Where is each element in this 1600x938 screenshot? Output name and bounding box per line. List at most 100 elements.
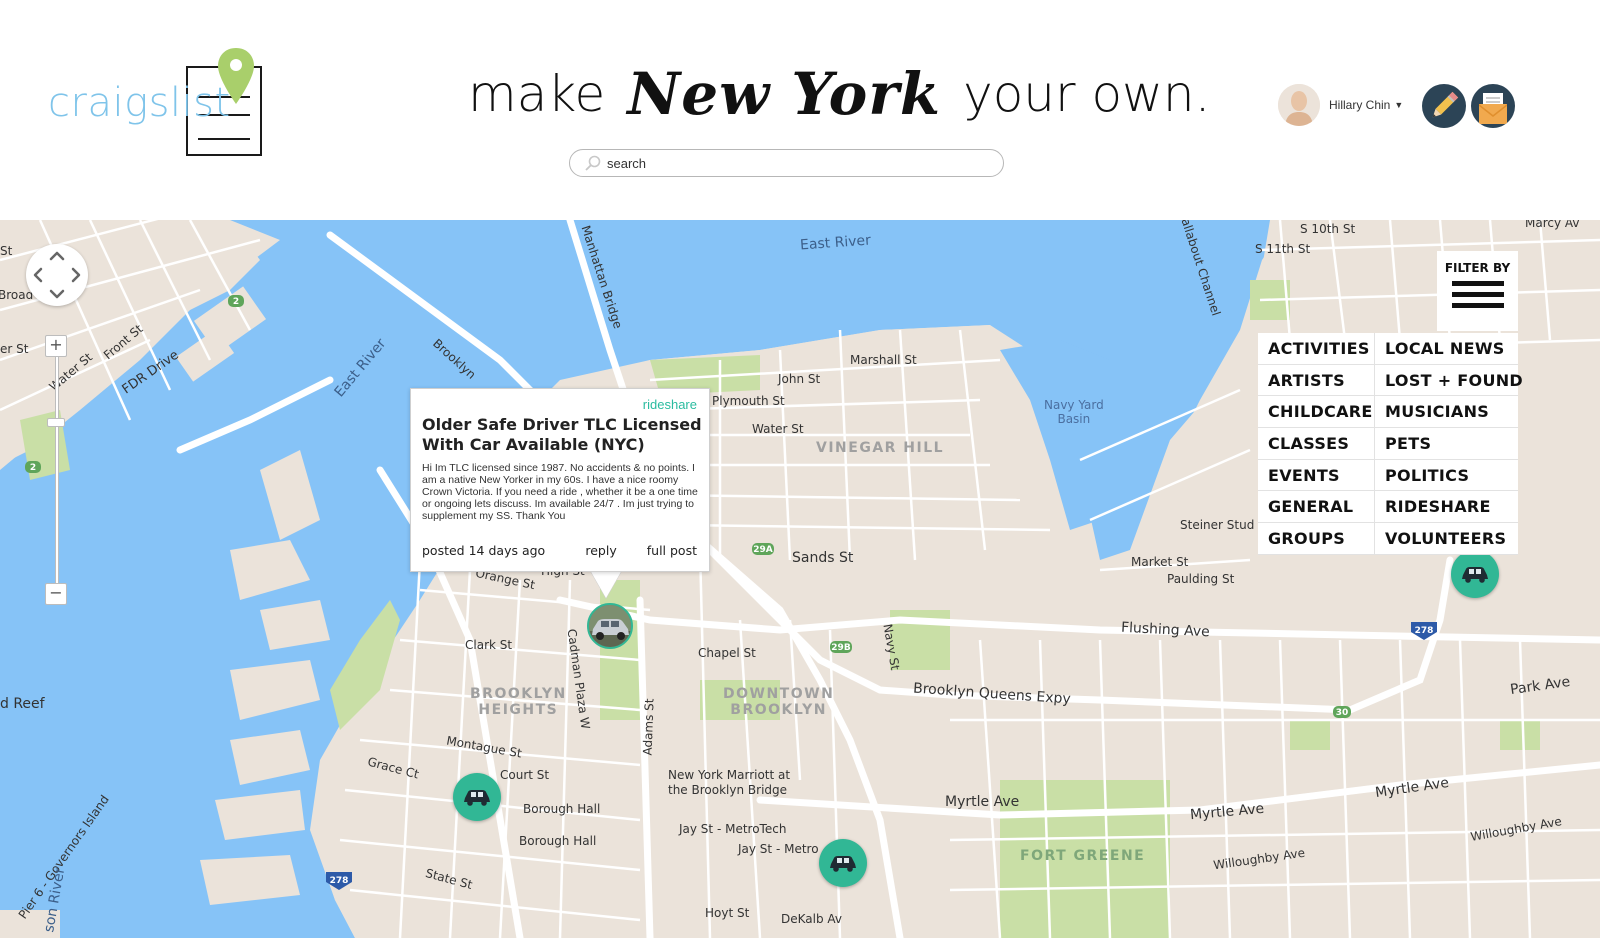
svg-text:278: 278 [330,876,349,886]
filter-item-childcare[interactable]: CHILDCARE [1258,396,1375,429]
map-label-red-reef: d Reef [0,696,45,712]
listing-category[interactable]: rideshare [643,397,697,412]
svg-text:30: 30 [1336,708,1349,718]
filter-label: FILTER BY [1444,261,1511,275]
map-label-plymouth-st: Plymouth St [712,394,785,408]
tagline-prefix: make [468,65,606,123]
zoom-in-button[interactable]: + [45,335,67,357]
svg-text:29A: 29A [753,545,773,555]
map-label-borough-hall-1: Borough Hall [523,802,601,816]
map-label-clark-st: Clark St [465,638,513,652]
listing-body: Hi Im TLC licensed since 1987. No accide… [422,462,698,522]
map-label-adams-st: Adams St [640,698,657,756]
user-avatar-icon [1278,84,1320,126]
map-label-er-st: er St [0,342,29,356]
avatar[interactable] [1278,84,1320,126]
map-label-steiner: Steiner Stud [1180,518,1255,532]
listing-title[interactable]: Older Safe Driver TLC Licensed With Car … [422,415,702,455]
filter-item-rideshare[interactable]: RIDESHARE [1375,491,1518,524]
search-icon [585,155,601,171]
map-label-water-st-2: Water St [752,422,804,436]
zoom-slider-handle[interactable] [47,418,65,427]
map-label-s-11th-st: S 11th St [1255,242,1311,256]
map-label-marriott: New York Marriott at the Brooklyn Bridge [668,768,791,797]
map-label-dekalb-av: DeKalb Av [781,912,843,926]
pan-control[interactable] [26,244,88,306]
map-label-chapel-st: Chapel St [698,646,756,660]
map-label-jay-st-metro: Jay St - Metro [738,842,819,856]
listing-popup: rideshare Older Safe Driver TLC Licensed… [410,388,710,572]
site-header: craigslist make New York your own. Hilla… [0,0,1600,220]
user-menu[interactable]: Hillary Chin ▼ [1278,84,1403,126]
map-label-brooklyn-heights: BROOKLYN HEIGHTS [470,686,567,718]
filter-item-musicians[interactable]: MUSICIANS [1375,396,1518,429]
user-name: Hillary Chin [1329,98,1391,112]
tagline: make New York your own. [468,54,1211,134]
full-post-link[interactable]: full post [647,543,697,558]
svg-text:29B: 29B [831,643,851,653]
map-label-borough-hall-2: Borough Hall [519,834,597,848]
rideshare-map-pin[interactable] [1451,550,1499,598]
rideshare-map-pin[interactable] [819,839,867,887]
map-label-fort-greene: FORT GREENE [1020,848,1146,864]
hamburger-menu-icon [1451,281,1504,308]
filter-item-classes[interactable]: CLASSES [1258,428,1375,460]
tagline-suffix: your own. [963,65,1211,123]
car-icon [464,790,490,806]
popup-pointer [590,570,622,598]
filter-item-groups[interactable]: GROUPS [1258,523,1375,555]
map-label-downtown-brooklyn: DOWNTOWN BROOKLYN [723,686,835,718]
filter-toggle[interactable]: FILTER BY [1437,251,1518,331]
map-label-hoyt-st: Hoyt St [705,906,750,920]
logo-text: craigslist [48,80,231,126]
map-label-st: St [0,244,13,258]
map-label-marcy-av: Marcy Av [1525,220,1580,230]
envelope-icon [1479,93,1507,124]
filter-item-general[interactable]: GENERAL [1258,491,1375,524]
map-view[interactable]: 29A 29B 30 2 2 278 278 East River East R… [0,220,1600,938]
pencil-icon [1432,91,1459,118]
filter-menu: ACTIVITIES LOCAL NEWS ARTISTS LOST + FOU… [1258,333,1523,555]
filter-item-events[interactable]: EVENTS [1258,459,1375,492]
car-icon [1462,567,1488,583]
map-label-navy-yard-basin: Navy Yard Basin [1044,398,1104,426]
selected-listing-pin[interactable] [587,603,633,649]
filter-item-lost-found[interactable]: LOST + FOUND [1375,365,1523,397]
map-label-s-10th-st: S 10th St [1300,222,1356,236]
pan-arrows-icon [33,251,81,299]
map-label-vinegar-hill: VINEGAR HILL [816,440,945,456]
map-label-john-st: John St [778,372,821,386]
search-bar[interactable] [569,149,1004,177]
svg-text:2: 2 [30,463,36,473]
filter-item-pets[interactable]: PETS [1375,428,1518,460]
map-label-marshall-st: Marshall St [850,353,917,367]
messages-button[interactable] [1471,84,1515,128]
map-label-court-st: Court St [500,768,550,782]
filter-item-politics[interactable]: POLITICS [1375,460,1518,492]
svg-text:278: 278 [1415,626,1434,636]
chevron-down-icon[interactable]: ▼ [1394,100,1403,110]
listing-footer: posted 14 days ago reply full post [422,543,697,558]
map-label-jay-st-metrotech: Jay St - MetroTech [679,822,787,836]
rideshare-map-pin[interactable] [453,773,501,821]
listing-posted-time: posted 14 days ago [422,543,546,558]
map-label-paulding-st: Paulding St [1167,572,1235,586]
reply-link[interactable]: reply [585,543,616,558]
zoom-out-button[interactable]: − [45,583,67,605]
post-button[interactable] [1422,84,1466,128]
map-tiles[interactable]: 29A 29B 30 2 2 278 278 [0,220,1600,938]
zoom-slider-track[interactable] [55,346,59,594]
location-pin-icon [218,48,254,104]
filter-item-volunteers[interactable]: VOLUNTEERS [1375,523,1518,555]
map-label-market-st: Market St [1131,555,1189,569]
filter-item-activities[interactable]: ACTIVITIES [1258,333,1375,365]
car-icon [830,856,856,872]
search-input[interactable] [607,155,987,171]
car-photo-icon [589,605,631,647]
map-label-sands-st: Sands St [792,550,854,566]
filter-item-local-news[interactable]: LOCAL NEWS [1375,333,1518,365]
tagline-city: New York [627,60,942,128]
svg-text:2: 2 [233,297,239,307]
map-label-myrtle-ave-1: Myrtle Ave [945,794,1020,810]
filter-item-artists[interactable]: ARTISTS [1258,364,1375,397]
